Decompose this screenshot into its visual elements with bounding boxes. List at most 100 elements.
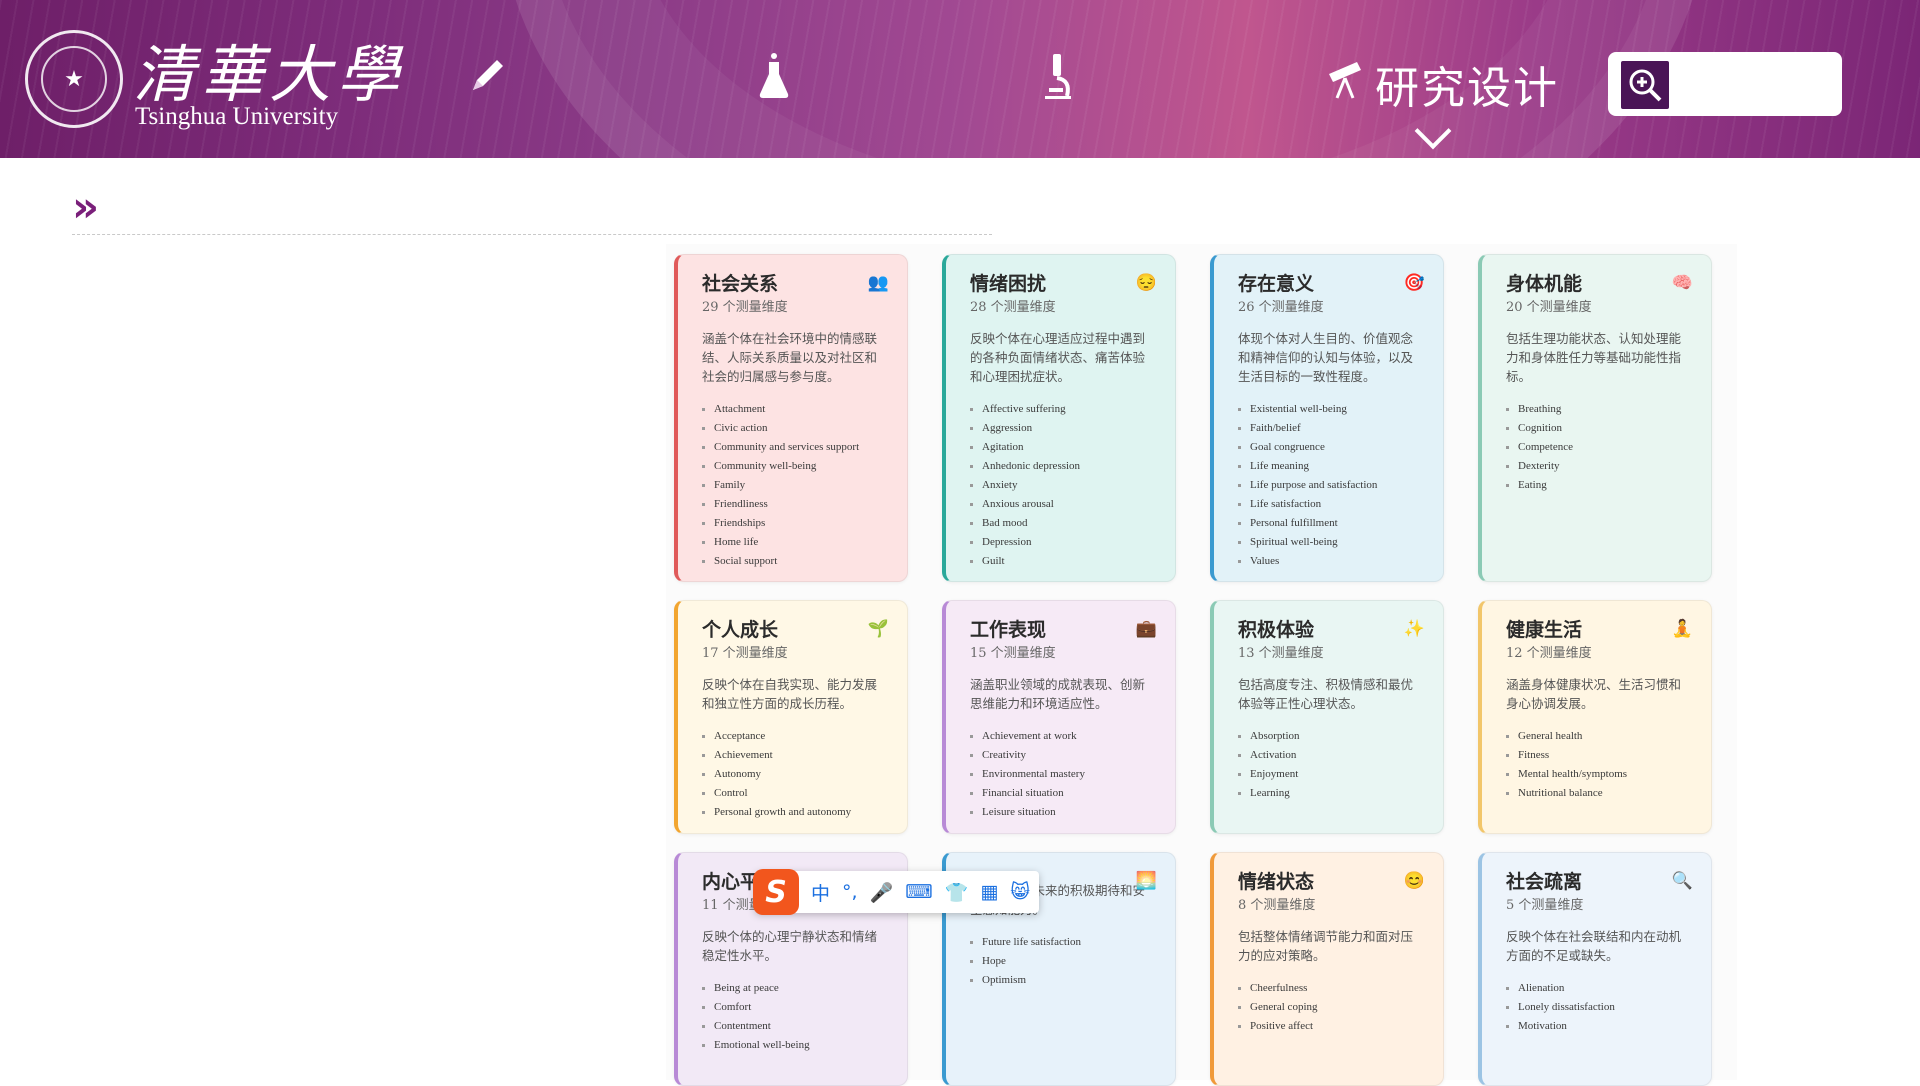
dimension-list-item: Acceptance — [702, 727, 889, 746]
dimension-list-item: Attachment — [702, 400, 889, 419]
dimension-cards-panel: 👥 社会关系 29 个测量维度 涵盖个体在社会环境中的情感联结、人际关系质量以及对社区… — [666, 244, 1737, 1086]
dimension-list-item: Community and services support — [702, 438, 889, 457]
microphone-icon[interactable]: 🎤 — [870, 881, 894, 904]
dimension-card[interactable]: 😔 情绪困扰 28 个测量维度 反映个体在心理适应过程中遇到的各种负面情绪状态、痛苦体… — [942, 254, 1176, 582]
chevron-down-icon[interactable] — [1414, 112, 1452, 150]
dimension-list-item: Depression — [970, 533, 1157, 552]
card-title: 身体机能 — [1506, 273, 1583, 295]
card-category-icon: 😔 — [1135, 273, 1157, 293]
card-category-icon: 🧠 — [1671, 273, 1693, 293]
card-category-icon: ✨ — [1403, 619, 1425, 639]
shirt-icon[interactable]: 👕 — [945, 881, 969, 904]
dimension-list-item: Fitness — [1506, 746, 1693, 765]
dimension-list-item: Eating — [1506, 476, 1693, 495]
dimension-list-item: Comfort — [702, 998, 889, 1017]
dimension-list-item: Nutritional balance — [1506, 784, 1693, 803]
card-description: 反映个体在社会联结和内在动机方面的不足或缺失。 — [1506, 929, 1682, 963]
card-category-icon: 🧘 — [1671, 619, 1693, 639]
dimension-card[interactable]: 🌱 个人成长 17 个测量维度 反映个体在自我实现、能力发展和独立性方面的成长历程。 A… — [674, 600, 908, 834]
dimension-card[interactable]: 🧠 身体机能 20 个测量维度包括生理功能状态、认知处理能力和身体胜任力等基础功能性… — [1478, 254, 1712, 582]
dimension-card[interactable]: 😊 情绪状态 8 个测量维度 包括整体情绪调节能力和面对压力的应对策略。 Cheerfu… — [1210, 852, 1444, 1086]
dimension-card[interactable]: ✨ 积极体验 13 个测量维度 包括高度专注、积极情感和最优体验等正性心理状态。 Abs… — [1210, 600, 1444, 834]
card-dimension-list: Cheerfulness General coping Positive affec… — [1238, 979, 1425, 1036]
university-name-cn[interactable]: 清華大學 — [133, 24, 405, 114]
card-description: 反映个体在自我实现、能力发展和独立性方面的成长历程。 — [702, 677, 878, 711]
dimension-list-item: Personal growth and autonomy — [702, 803, 889, 822]
card-description: 包括生理功能状态、认知处理能力和身体胜任力等基础功能性指标。 — [1506, 331, 1682, 384]
nav-research-design[interactable]: 研究设计 — [1325, 52, 1559, 116]
dimension-list-item: Positive affect — [1238, 1017, 1425, 1036]
card-title: 个人成长 — [702, 619, 779, 641]
card-description: 包括整体情绪调节能力和面对压力的应对策略。 — [1238, 929, 1414, 963]
dimension-card[interactable]: 💼 工作表现 15 个测量维度 涵盖职业领域的成就表现、创新思维能力和环境适应性。 Ac… — [942, 600, 1176, 834]
card-category-icon: 👥 — [867, 273, 889, 293]
sogou-logo-icon[interactable]: S — [753, 869, 799, 915]
university-seal-logo[interactable]: ★ — [25, 30, 123, 128]
dimension-list-item: Values — [1238, 552, 1425, 571]
apps-icon[interactable]: ▦ — [980, 881, 998, 903]
search-icon[interactable] — [1621, 61, 1669, 109]
dimension-list-item: Life meaning — [1238, 457, 1425, 476]
card-description: 反映个体的心理宁静状态和情绪稳定性水平。 — [702, 929, 878, 963]
ime-toolbar[interactable]: S 中 °, 🎤 ⌨ 👕 ▦ 😸 — [753, 869, 1039, 915]
dimension-list-item: Alienation — [1506, 979, 1693, 998]
dimension-list-item: Friendships — [702, 514, 889, 533]
keyboard-icon[interactable]: ⌨ — [905, 881, 932, 903]
dimension-list-item: Emotional well-being — [702, 1036, 889, 1055]
dimension-list-item: Hope — [970, 952, 1157, 971]
dimension-card[interactable]: 🧘 健康生活 12 个测量维度 涵盖身体健康状况、生活习惯和身心协调发展。 Genera… — [1478, 600, 1712, 834]
dimension-list-item: Social support — [702, 552, 889, 571]
dimension-card[interactable]: 🎯 存在意义 26 个测量维度 体现个体对人生目的、价值观念和精神信仰的认知与体验，以… — [1210, 254, 1444, 582]
university-name-en[interactable]: Tsinghua University — [135, 103, 338, 131]
dimension-list-item: Environmental mastery — [970, 765, 1157, 784]
dimension-list-item: Leisure situation — [970, 803, 1157, 822]
card-dimension-count: 13 个测量维度 — [1238, 646, 1324, 661]
dimension-list-item: Guilt — [970, 552, 1157, 571]
dimension-card[interactable]: 🔍 社会疏离 5 个测量维度 反映个体在社会联结和内在动机方面的不足或缺失。 Alien… — [1478, 852, 1712, 1086]
dimension-list-item: Spiritual well-being — [1238, 533, 1425, 552]
card-description: 涵盖个体在社会环境中的情感联结、人际关系质量以及对社区和社会的归属感与参与度。 — [702, 331, 878, 384]
card-category-icon: 😊 — [1403, 871, 1425, 891]
dimension-list-item: Faith/belief — [1238, 419, 1425, 438]
emoji-icon[interactable]: 😸 — [1010, 881, 1030, 903]
top-banner: ★ 清華大學 Tsinghua University 研究设计 — [0, 0, 1920, 158]
dimension-card[interactable]: 👥 社会关系 29 个测量维度 涵盖个体在社会环境中的情感联结、人际关系质量以及对社区… — [674, 254, 908, 582]
dimension-list-item: Achievement — [702, 746, 889, 765]
dimension-list-item: Friendliness — [702, 495, 889, 514]
dimension-list-item: Community well-being — [702, 457, 889, 476]
dimension-list-item: Existential well-being — [1238, 400, 1425, 419]
breadcrumb-divider — [72, 234, 992, 235]
card-title: 情绪状态 — [1238, 871, 1315, 893]
card-dimension-list: Absorption Activation Enjoyment Learning — [1238, 727, 1425, 803]
card-category-icon: 🌅 — [1135, 871, 1157, 891]
card-dimension-count: 28 个测量维度 — [970, 300, 1056, 315]
dimension-list-item: Control — [702, 784, 889, 803]
card-dimension-list: Breathing Cognition Competence Dexterity Eat… — [1506, 400, 1693, 495]
dimension-list-item: Life purpose and satisfaction — [1238, 476, 1425, 495]
ime-mode-toggle[interactable]: 中 — [811, 879, 830, 906]
dimension-list-item: Goal congruence — [1238, 438, 1425, 457]
dimension-list-item: Financial situation — [970, 784, 1157, 803]
dimension-list-item: Lonely dissatisfaction — [1506, 998, 1693, 1017]
ime-punct-toggle[interactable]: °, — [842, 881, 858, 903]
flask-icon[interactable] — [752, 52, 796, 108]
dimension-list-item: Cognition — [1506, 419, 1693, 438]
card-dimension-list: Acceptance Achievement Autonomy Control Pers… — [702, 727, 889, 822]
dimension-list-item: Aggression — [970, 419, 1157, 438]
search-box[interactable] — [1608, 52, 1842, 116]
dimension-list-item: Bad mood — [970, 514, 1157, 533]
card-dimension-list: Achievement at work Creativity Environment… — [970, 727, 1157, 822]
card-description: 体现个体对人生目的、价值观念和精神信仰的认知与体验，以及生活目标的一致性程度。 — [1238, 331, 1414, 384]
dimension-list-item: Autonomy — [702, 765, 889, 784]
dimension-list-item: Creativity — [970, 746, 1157, 765]
card-dimension-count: 20 个测量维度 — [1506, 300, 1592, 315]
microscope-icon[interactable] — [1037, 52, 1077, 108]
dimension-list-item: Anxiety — [970, 476, 1157, 495]
dimension-list-item: Personal fulfillment — [1238, 514, 1425, 533]
dimension-list-item: Optimism — [970, 971, 1157, 990]
pencil-icon[interactable] — [467, 52, 511, 104]
dimension-list-item: Agitation — [970, 438, 1157, 457]
card-dimension-list: Future life satisfaction Hope Optimism — [970, 933, 1157, 990]
dimension-list-item: Breathing — [1506, 400, 1693, 419]
card-category-icon: 🌱 — [867, 619, 889, 639]
